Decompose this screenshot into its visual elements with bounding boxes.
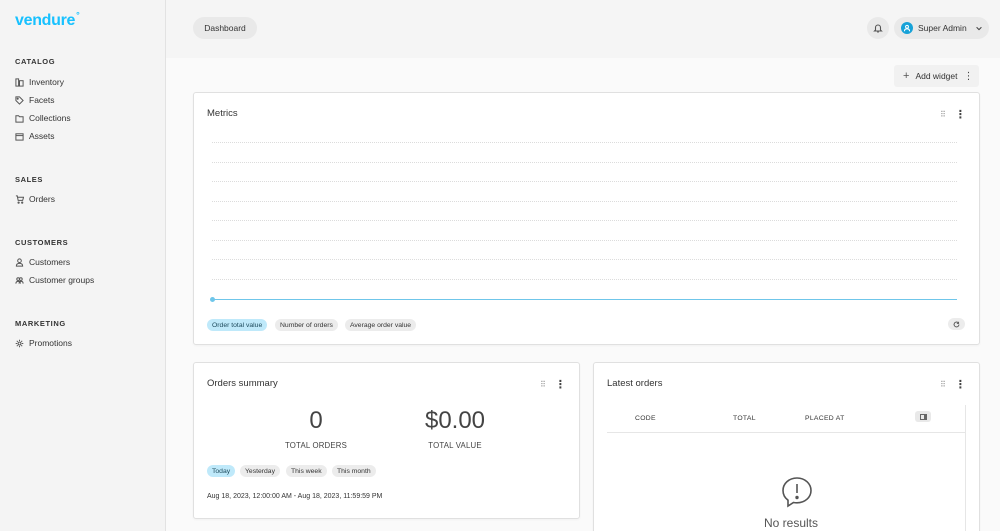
chart-gridline (212, 220, 957, 221)
sidebar: vendure° CATALOG Inventory Facets Collec… (0, 0, 166, 531)
assets-icon (15, 132, 24, 141)
more-options-icon[interactable]: ⋮ (555, 378, 566, 391)
drag-handle-icon[interactable]: ⠿ (940, 110, 946, 119)
date-range-text: Aug 18, 2023, 12:00:00 AM - Aug 18, 2023… (207, 493, 383, 500)
cart-icon (15, 194, 24, 204)
drag-handle-icon[interactable]: ⠿ (540, 380, 546, 389)
total-orders-label: TOTAL ORDERS (284, 441, 348, 450)
chart-gridline (212, 259, 957, 260)
notifications-button[interactable] (867, 17, 889, 39)
chart-point (210, 297, 215, 302)
sidebar-item-assets[interactable]: Assets (15, 131, 55, 141)
refresh-button[interactable] (948, 318, 965, 330)
more-options-icon[interactable]: ⋮ (964, 71, 974, 82)
nav-section-sales: SALES (15, 175, 44, 184)
total-orders-value: 0 (309, 407, 323, 434)
bell-icon (873, 24, 883, 33)
nav-section-customers: CUSTOMERS (15, 238, 69, 247)
sidebar-item-inventory[interactable]: Inventory (15, 77, 64, 87)
nav-section-marketing: MARKETING (15, 319, 66, 328)
tab-order-total-value[interactable]: Order total value (207, 319, 268, 331)
column-header-total[interactable]: TOTAL (733, 415, 756, 422)
range-this-week[interactable]: This week (286, 465, 327, 477)
sidebar-item-customers[interactable]: Customers (15, 257, 70, 267)
nav-section-catalog: CATALOG (15, 57, 56, 66)
widget-title: Latest orders (607, 378, 663, 389)
total-value: $0.00 (424, 407, 486, 434)
sidebar-item-orders[interactable]: Orders (15, 194, 55, 204)
table-header: CODE TOTAL PLACED AT (607, 405, 966, 433)
sidebar-item-facets[interactable]: Facets (15, 95, 55, 105)
column-header-code[interactable]: CODE (635, 415, 656, 422)
widget-title: Orders summary (207, 378, 278, 389)
plus-icon: + (903, 70, 910, 82)
drag-handle-icon[interactable]: ⠿ (940, 380, 946, 389)
chart-gridline (212, 279, 957, 280)
main-content: Dashboard Super Admin + Add widget ⋮ Met… (166, 0, 1000, 531)
chart-series-line (212, 299, 957, 300)
top-bar: Dashboard Super Admin (166, 0, 1000, 58)
user-name: Super Admin (918, 23, 967, 33)
chart-gridline (212, 142, 957, 143)
refresh-icon (953, 321, 960, 327)
orders-summary-widget: Orders summary ⠿ ⋮ 0 TOTAL ORDERS $0.00 … (193, 362, 580, 519)
sidebar-item-collections[interactable]: Collections (15, 113, 71, 123)
range-this-month[interactable]: This month (332, 465, 376, 477)
vendure-logo[interactable]: vendure° (15, 10, 80, 30)
tab-average-order-value[interactable]: Average order value (345, 319, 417, 331)
sidebar-item-customer-groups[interactable]: Customer groups (15, 275, 94, 285)
column-header-placed-at[interactable]: PLACED AT (805, 415, 845, 422)
inventory-icon (15, 77, 24, 87)
empty-state-text: No results (764, 516, 819, 530)
add-widget-button[interactable]: + Add widget ⋮ (894, 65, 979, 87)
user-icon (903, 24, 911, 32)
breadcrumb[interactable]: Dashboard (193, 17, 257, 39)
sidebar-item-promotions[interactable]: Promotions (15, 338, 72, 348)
alert-icon (780, 475, 814, 509)
metrics-widget: Metrics ⠿ ⋮ Order total value Number of … (193, 92, 980, 345)
chart-gridline (212, 201, 957, 202)
total-value-label: TOTAL VALUE (428, 441, 482, 450)
range-yesterday[interactable]: Yesterday (240, 465, 280, 477)
tab-number-of-orders[interactable]: Number of orders (275, 319, 338, 331)
avatar (901, 22, 913, 34)
chart-gridline (212, 162, 957, 163)
latest-orders-widget: Latest orders ⠿ ⋮ CODE TOTAL PLACED AT N… (593, 362, 980, 531)
tag-icon (15, 95, 24, 105)
more-options-icon[interactable]: ⋮ (955, 108, 966, 121)
widget-title: Metrics (207, 108, 238, 119)
range-today[interactable]: Today (207, 465, 236, 477)
users-icon (15, 276, 24, 284)
chevron-down-icon (975, 26, 982, 31)
column-settings-button[interactable] (915, 411, 931, 422)
user-icon (15, 257, 24, 267)
more-options-icon[interactable]: ⋮ (955, 378, 966, 391)
gear-icon (15, 339, 24, 347)
chart-gridline (212, 240, 957, 241)
columns-icon (919, 413, 927, 420)
folder-icon (15, 114, 24, 123)
chart-gridline (212, 181, 957, 182)
user-menu-button[interactable]: Super Admin (894, 17, 989, 39)
